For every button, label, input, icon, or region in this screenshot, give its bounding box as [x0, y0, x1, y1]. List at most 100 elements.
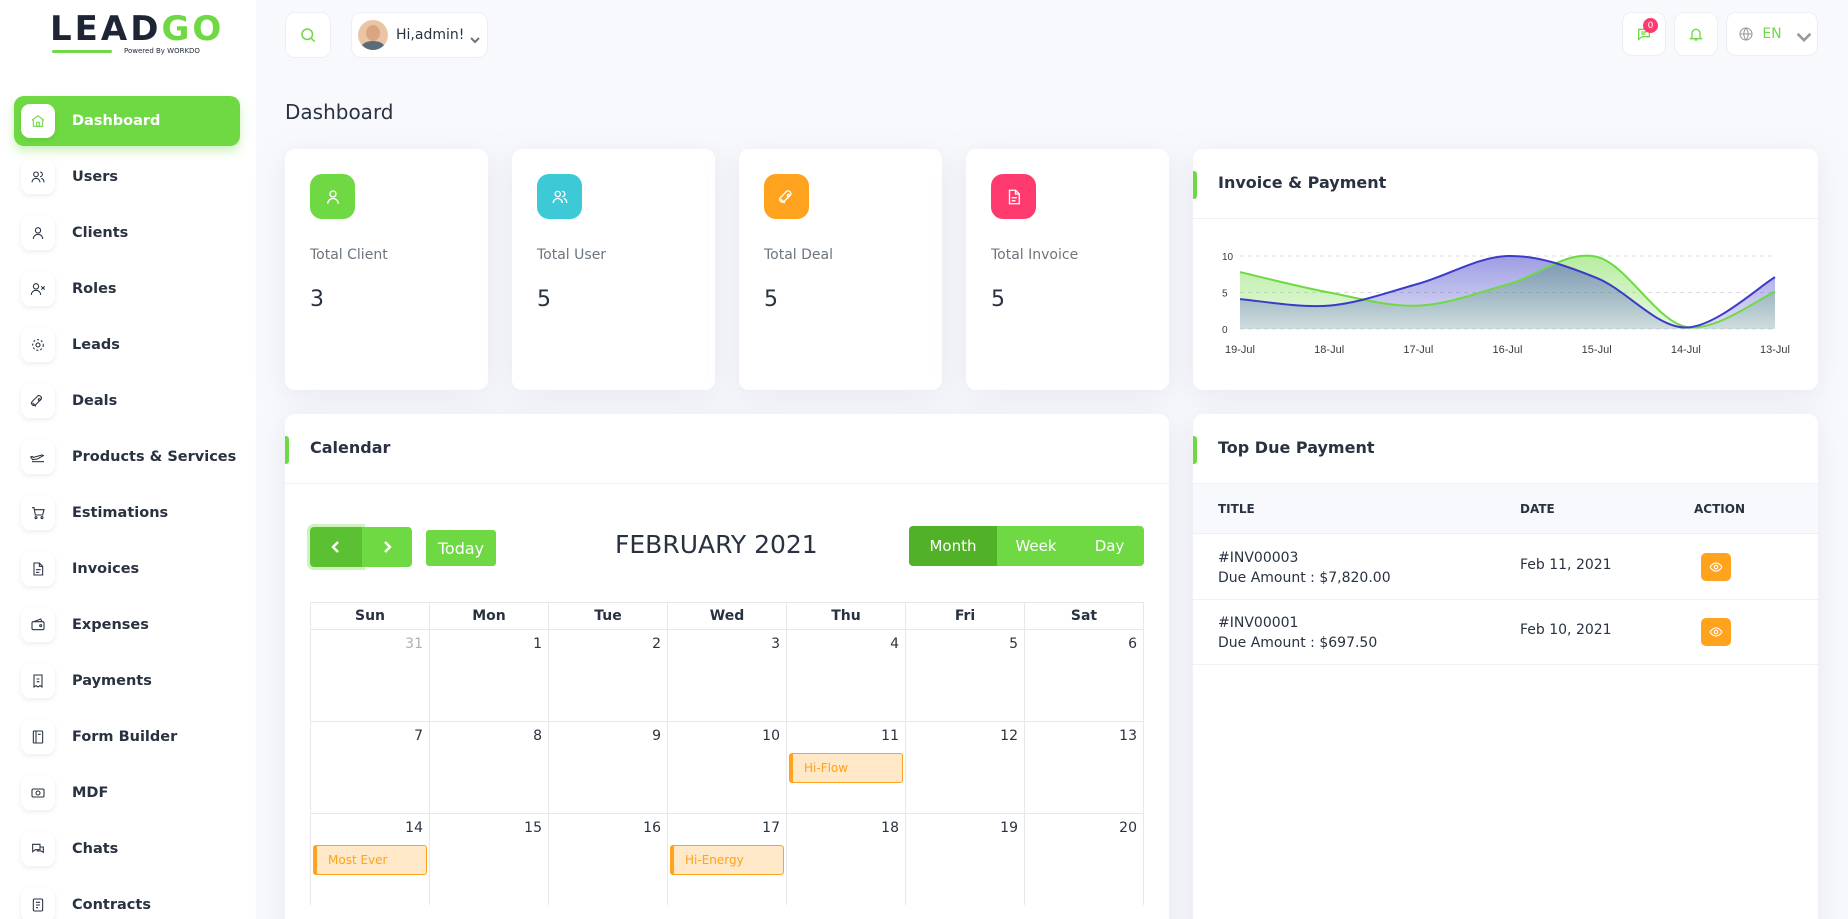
- weekday-wed: Wed: [668, 603, 787, 629]
- calendar-day-cell[interactable]: 9: [549, 722, 668, 813]
- view-month-button[interactable]: Month: [909, 526, 997, 566]
- chart-y-tick-label: 5: [1222, 289, 1228, 300]
- calendar-day-cell[interactable]: 8: [430, 722, 549, 813]
- view-week-button[interactable]: Week: [997, 526, 1075, 566]
- invoice-number[interactable]: #INV00001: [1218, 613, 1377, 633]
- notifications-button[interactable]: [1674, 12, 1718, 56]
- day-number[interactable]: 16: [643, 820, 661, 836]
- sidebar-item-users[interactable]: Users: [14, 152, 240, 202]
- calendar-day-cell[interactable]: 11 Hi-Flow: [787, 722, 906, 813]
- sidebar-item-chats[interactable]: Chats: [14, 824, 240, 874]
- today-button[interactable]: Today: [426, 530, 496, 566]
- calendar-day-cell[interactable]: 2: [549, 630, 668, 721]
- sidebar-item-leads[interactable]: Leads: [14, 320, 240, 370]
- day-number[interactable]: 5: [1009, 636, 1018, 652]
- calendar-day-cell[interactable]: 16: [549, 814, 668, 905]
- calendar-day-cell[interactable]: 17 Hi-Energy: [668, 814, 787, 905]
- calendar-day-cell[interactable]: 6: [1025, 630, 1143, 721]
- nav-icon-box: [21, 160, 55, 194]
- stat-icon-box: [764, 174, 809, 219]
- due-amount: Due Amount : $697.50: [1218, 635, 1378, 651]
- sidebar-item-products-services[interactable]: Products & Services: [14, 432, 240, 482]
- day-number[interactable]: 10: [762, 728, 780, 744]
- sidebar-item-dashboard[interactable]: Dashboard: [14, 96, 240, 146]
- day-number[interactable]: 17: [762, 820, 780, 836]
- stat-card-total-client: Total Client 3: [285, 149, 488, 390]
- brand-logo[interactable]: LEADGO Powered By WORKDO: [50, 12, 221, 58]
- calendar-day-cell[interactable]: 19: [906, 814, 1025, 905]
- sidebar-item-invoices[interactable]: Invoices: [14, 544, 240, 594]
- calendar-day-cell[interactable]: 5: [906, 630, 1025, 721]
- day-number[interactable]: 8: [533, 728, 542, 744]
- stat-card-total-user: Total User 5: [512, 149, 715, 390]
- calendar-day-cell[interactable]: 31: [311, 630, 430, 721]
- topbar-actions: 0 EN: [1622, 12, 1818, 56]
- search-button[interactable]: [285, 12, 331, 58]
- calendar-day-cell[interactable]: 4: [787, 630, 906, 721]
- invoice-number[interactable]: #INV00003: [1218, 548, 1391, 568]
- weekday-mon: Mon: [430, 603, 549, 629]
- calendar-day-cell[interactable]: 12: [906, 722, 1025, 813]
- language-label: EN: [1762, 26, 1782, 42]
- sidebar-item-mdf[interactable]: MDF: [14, 768, 240, 818]
- calendar-event[interactable]: Hi-Flow: [789, 753, 903, 783]
- calendar-day-cell[interactable]: 7: [311, 722, 430, 813]
- sidebar-item-label: Roles: [72, 281, 117, 297]
- calendar-day-cell[interactable]: 1: [430, 630, 549, 721]
- day-number[interactable]: 1: [533, 636, 542, 652]
- calendar-day-cell[interactable]: 10: [668, 722, 787, 813]
- calendar-day-cell[interactable]: 13: [1025, 722, 1143, 813]
- day-number[interactable]: 2: [652, 636, 661, 652]
- chevron-right-icon: [384, 541, 392, 553]
- day-number[interactable]: 6: [1128, 636, 1137, 652]
- day-number[interactable]: 3: [771, 636, 780, 652]
- sidebar-item-roles[interactable]: Roles: [14, 264, 240, 314]
- day-number[interactable]: 14: [405, 820, 423, 836]
- day-number[interactable]: 15: [524, 820, 542, 836]
- user-menu-button[interactable]: Hi,admin!: [351, 12, 488, 58]
- sidebar-item-expenses[interactable]: Expenses: [14, 600, 240, 650]
- calendar-day-cell[interactable]: 3: [668, 630, 787, 721]
- due-title-cell: #INV00003 Due Amount : $7,820.00: [1218, 548, 1391, 588]
- messages-button[interactable]: 0: [1622, 12, 1666, 56]
- calendar-event[interactable]: Most Ever: [313, 845, 427, 875]
- day-number[interactable]: 11: [881, 728, 899, 744]
- day-number[interactable]: 13: [1119, 728, 1137, 744]
- sidebar-item-form-builder[interactable]: Form Builder: [14, 712, 240, 762]
- day-number[interactable]: 4: [890, 636, 899, 652]
- sidebar-item-label: MDF: [72, 785, 109, 801]
- next-month-button[interactable]: [362, 527, 412, 567]
- calendar-day-cell[interactable]: 14 Most Ever: [311, 814, 430, 905]
- sidebar-item-label: Users: [72, 169, 119, 185]
- view-day-button[interactable]: Day: [1075, 526, 1144, 566]
- view-invoice-button[interactable]: [1701, 553, 1731, 581]
- day-number[interactable]: 31: [405, 636, 423, 652]
- nav-icon-box: [21, 440, 55, 474]
- sidebar-item-deals[interactable]: Deals: [14, 376, 240, 426]
- day-number[interactable]: 7: [414, 728, 423, 744]
- chart-y-tick-label: 0: [1222, 325, 1228, 336]
- sidebar-item-label: Payments: [72, 673, 152, 689]
- sidebar-item-clients[interactable]: Clients: [14, 208, 240, 258]
- view-invoice-button[interactable]: [1701, 618, 1731, 646]
- language-selector[interactable]: EN: [1726, 12, 1818, 56]
- day-number[interactable]: 12: [1000, 728, 1018, 744]
- day-number[interactable]: 19: [1000, 820, 1018, 836]
- sidebar-item-contracts[interactable]: Contracts: [14, 880, 240, 919]
- sidebar-item-label: Contracts: [72, 897, 151, 913]
- stat-label: Total Client: [310, 247, 388, 263]
- table-row: #INV00003 Due Amount : $7,820.00 Feb 11, 2…: [1193, 535, 1818, 600]
- calendar-day-cell[interactable]: 18: [787, 814, 906, 905]
- day-number[interactable]: 18: [881, 820, 899, 836]
- calendar-event[interactable]: Hi-Energy: [670, 845, 784, 875]
- calendar-day-cell[interactable]: 15: [430, 814, 549, 905]
- calendar-day-cell[interactable]: 20: [1025, 814, 1143, 905]
- day-number[interactable]: 20: [1119, 820, 1137, 836]
- sidebar-item-estimations[interactable]: Estimations: [14, 488, 240, 538]
- chart-y-tick-label: 10: [1222, 252, 1234, 263]
- prev-month-button[interactable]: [310, 527, 362, 567]
- day-number[interactable]: 9: [652, 728, 661, 744]
- receipt-icon: [33, 674, 43, 688]
- stat-label: Total User: [537, 247, 607, 263]
- sidebar-item-payments[interactable]: Payments: [14, 656, 240, 706]
